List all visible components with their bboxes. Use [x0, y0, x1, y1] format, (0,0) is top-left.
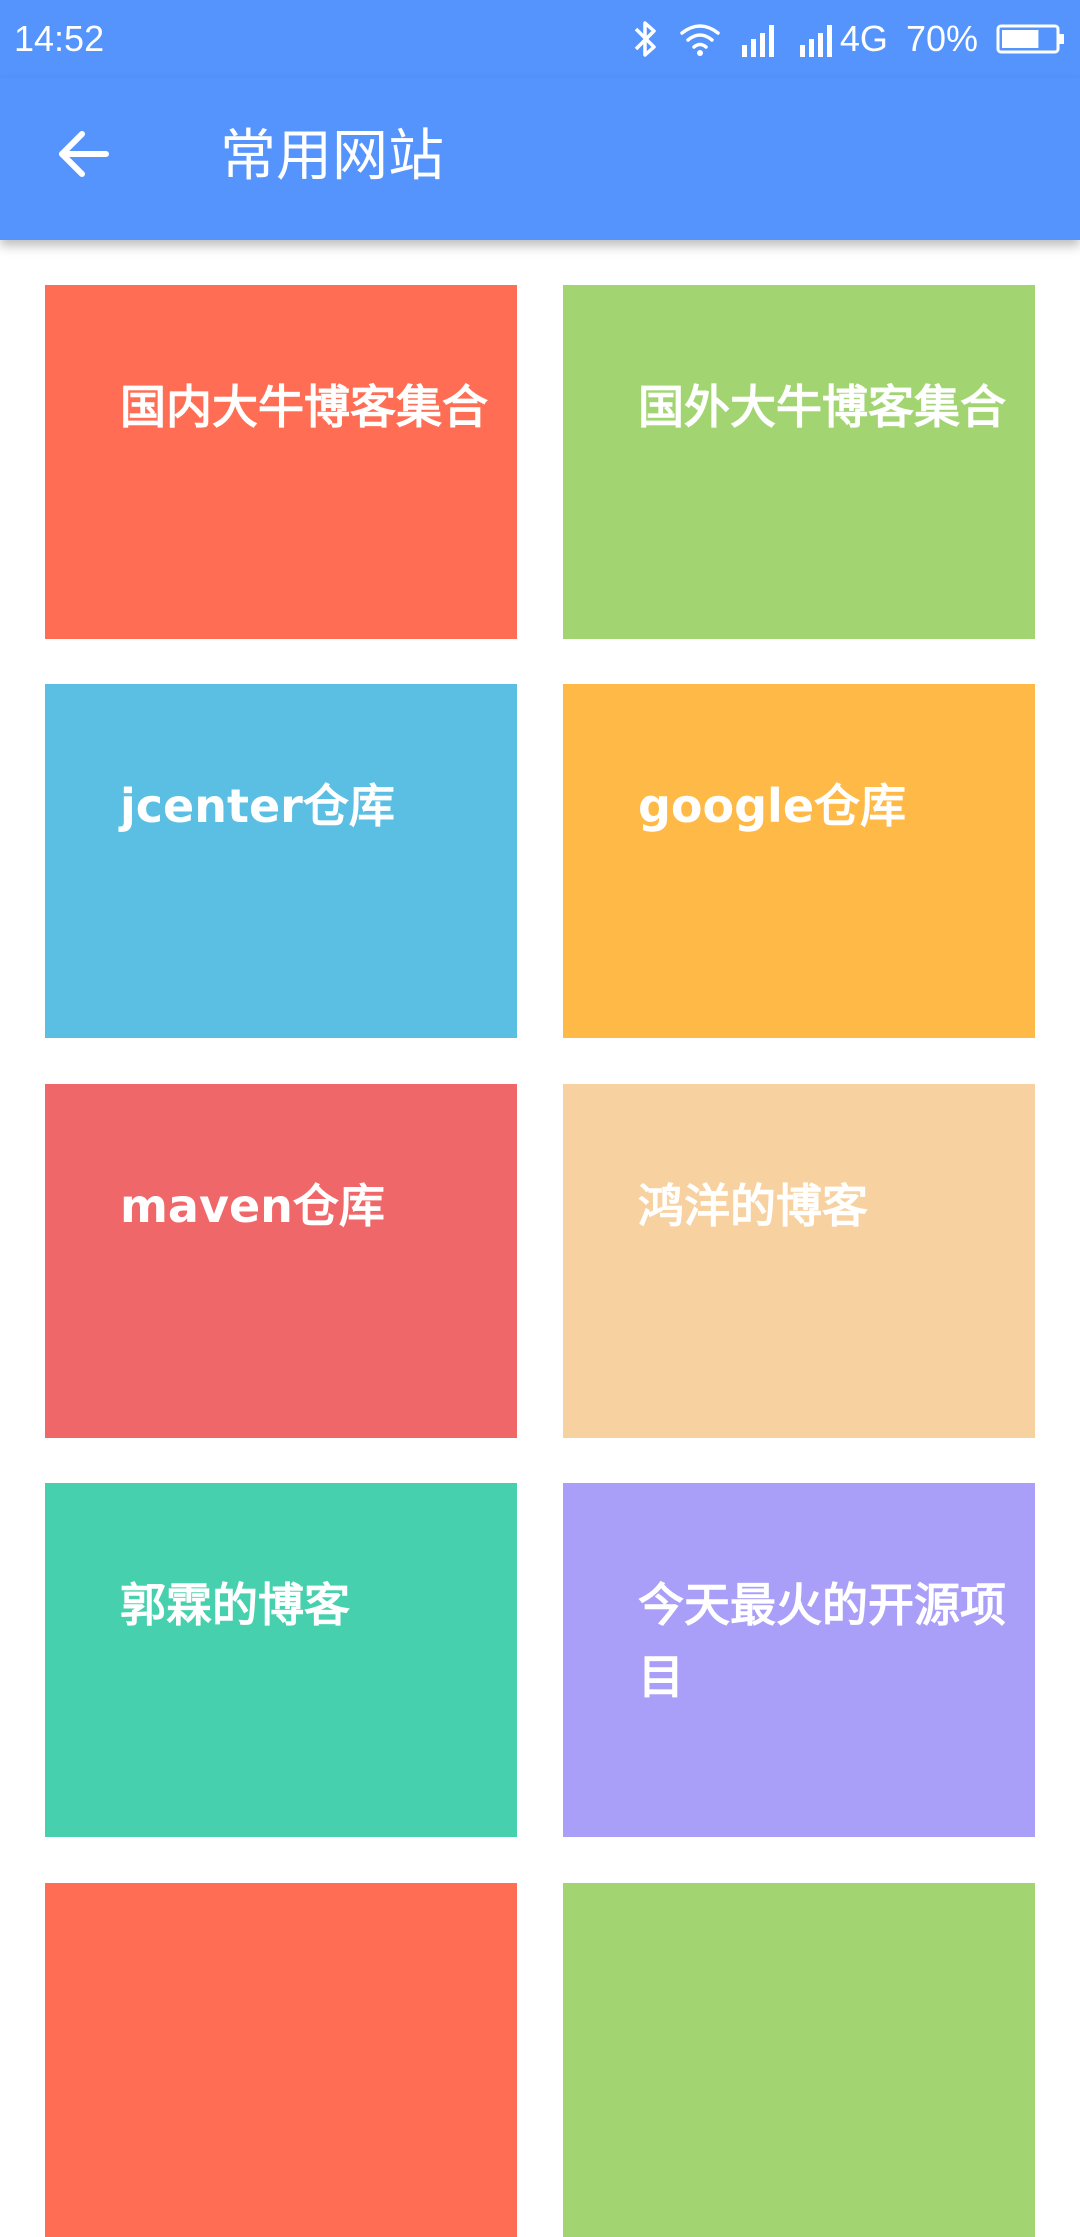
- website-tile[interactable]: 今天最火的开源项目: [563, 1483, 1035, 1837]
- tile-label: maven仓库: [120, 1179, 385, 1233]
- website-tile[interactable]: 国内大牛博客集合: [45, 285, 517, 639]
- battery-percent: 70%: [905, 18, 978, 59]
- network-type: 4G: [839, 18, 888, 59]
- tile-label: 国外大牛博客集合: [638, 380, 1006, 434]
- website-tile[interactable]: [45, 1883, 517, 2237]
- website-tile[interactable]: [563, 1883, 1035, 2237]
- status-icons: 4G 70%: [630, 19, 1066, 59]
- signal-icon: [798, 21, 838, 57]
- bluetooth-icon: [630, 19, 660, 59]
- page-title: 常用网站: [220, 124, 444, 189]
- tile-label: 郭霖的博客: [120, 1578, 350, 1632]
- status-time: 14:52: [14, 18, 105, 59]
- website-tile[interactable]: 国外大牛博客集合: [563, 285, 1035, 639]
- signal-4g: 4G: [798, 21, 888, 57]
- back-button[interactable]: [44, 116, 124, 196]
- website-tile[interactable]: jcenter仓库: [45, 684, 517, 1038]
- battery-icon: [996, 22, 1066, 56]
- app-bar: 常用网站: [0, 78, 1080, 240]
- arrow-left-icon: [56, 128, 112, 184]
- website-tile[interactable]: google仓库: [563, 684, 1035, 1038]
- tile-label: 国内大牛博客集合: [120, 380, 488, 434]
- website-tile[interactable]: maven仓库: [45, 1084, 517, 1438]
- tile-label: google仓库: [638, 779, 907, 833]
- tile-label: 鸿洋的博客: [638, 1179, 868, 1233]
- tile-label: jcenter仓库: [120, 779, 395, 833]
- status-bar: 14:52 4G 70%: [0, 0, 1080, 78]
- signal-icon: [740, 21, 780, 57]
- website-tile[interactable]: 郭霖的博客: [45, 1483, 517, 1837]
- website-tile[interactable]: 鸿洋的博客: [563, 1084, 1035, 1438]
- wifi-icon: [678, 21, 722, 57]
- tile-label: 今天最火的开源项目: [638, 1578, 1006, 1704]
